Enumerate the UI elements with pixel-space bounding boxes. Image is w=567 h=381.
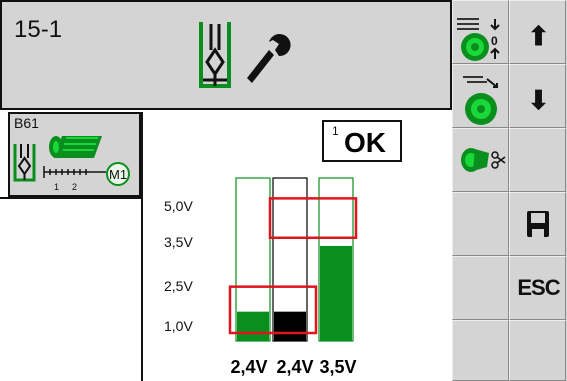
arrow-up-button[interactable]: ⬆	[509, 0, 566, 64]
spool-load-button[interactable]	[452, 64, 509, 128]
tool-card[interactable]: B61 1 2 M1	[8, 112, 141, 197]
screen: 15-1 B61 1 2 M1 1 OK 5,0V 3,5V 2,5V 1,0V…	[0, 0, 567, 381]
spool-direction-icon: 0	[457, 18, 500, 61]
ruler-label-2: 2	[72, 182, 77, 192]
spool-cut-icon	[461, 148, 506, 172]
status-index: 1	[332, 124, 339, 138]
left-panel: B61 1 2 M1	[0, 112, 143, 381]
tool-assembly-icon: 1 2 M1	[13, 136, 130, 192]
header-bar: 15-1	[0, 0, 452, 110]
voltage-bar	[274, 311, 306, 341]
voltage-bar	[320, 245, 352, 341]
escape-button[interactable]: ESC	[509, 256, 566, 320]
voltage-bar	[237, 311, 269, 341]
motor-label: M1	[109, 167, 127, 182]
save-button[interactable]	[509, 192, 566, 256]
bar-value-label: 3,5V	[319, 357, 357, 377]
status-text: OK	[344, 127, 386, 158]
arrow-down-button[interactable]: ⬇	[509, 64, 566, 128]
screen-id: 15-1	[14, 16, 63, 43]
empty-button[interactable]	[452, 320, 509, 381]
svg-text:0: 0	[491, 34, 498, 48]
divider	[0, 197, 141, 199]
chart-plot	[228, 177, 358, 342]
tolerance-window-high	[268, 197, 358, 240]
tool-maintenance-icon	[195, 20, 295, 95]
arrow-up-icon: ⬆	[527, 21, 550, 51]
spool-feed-direction-button[interactable]: 0	[452, 0, 509, 64]
spool-load-icon	[463, 76, 498, 125]
status-box: 1 OK	[322, 120, 402, 162]
voltage-chart: 5,0V 3,5V 2,5V 1,0V 2,4V 2,4V 3,5V	[150, 170, 450, 381]
spool-cut-button[interactable]	[452, 128, 509, 192]
empty-button[interactable]	[509, 320, 566, 381]
arrow-down-icon: ⬇	[527, 85, 550, 115]
empty-button[interactable]	[452, 192, 509, 256]
empty-button[interactable]	[509, 128, 566, 192]
ruler-label-1: 1	[54, 182, 59, 192]
escape-label: ESC	[517, 275, 560, 300]
save-icon	[527, 211, 549, 237]
sidebar: 0 ⬆ ⬇ ESC	[452, 0, 567, 381]
empty-button[interactable]	[452, 256, 509, 320]
